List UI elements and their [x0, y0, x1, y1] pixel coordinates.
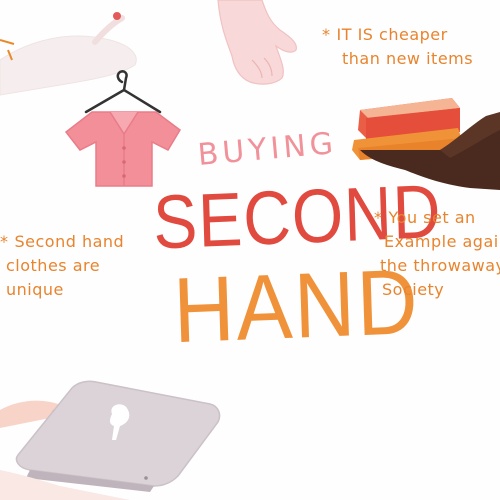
note-example-line3: the throwaway [380, 256, 500, 275]
note-unique-line2: clothes are [6, 256, 101, 275]
note-example-line2: Example again [384, 232, 500, 251]
note-unique: * Second hand clothes are unique [0, 230, 124, 302]
hanger-hand-icon [0, 12, 137, 96]
note-cheaper-line1: IT IS cheaper [336, 25, 448, 44]
note-example-line1: You set an [388, 208, 476, 227]
reaching-hand-icon [217, 0, 297, 85]
note-example: * You set an Example again the throwaway … [374, 206, 500, 302]
note-unique-line1: Second hand [14, 232, 125, 251]
note-example-line4: Society [382, 280, 445, 299]
asterisk-icon: * [322, 25, 331, 44]
asterisk-icon: * [374, 208, 383, 227]
note-unique-line3: unique [6, 280, 64, 299]
pink-shirt-on-hanger-icon [64, 70, 181, 187]
note-cheaper: * IT IS cheaper than new items [322, 23, 473, 71]
laptop-held-by-hand-icon [0, 380, 221, 500]
poster: BUYING SECOND HAND * IT IS cheaper than n… [0, 0, 500, 500]
asterisk-icon: * [0, 232, 9, 251]
note-cheaper-line2: than new items [342, 49, 474, 68]
